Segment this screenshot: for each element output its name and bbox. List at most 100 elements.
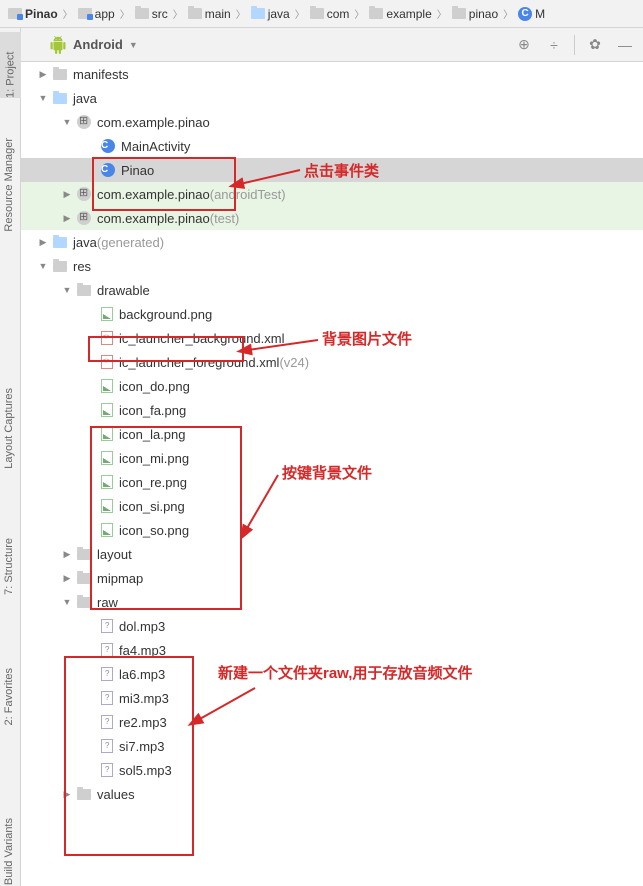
tree-label: re2.mp3 — [119, 715, 167, 730]
project-tree: ▶manifests ▼ java ▼com.example.pinao CMai… — [21, 62, 643, 886]
folder-icon — [251, 8, 265, 19]
tree-node-raw[interactable]: ▼raw — [21, 590, 643, 614]
image-file-icon — [101, 427, 113, 441]
crumb-com[interactable]: com — [306, 7, 354, 21]
expand-icon[interactable]: ▶ — [37, 237, 49, 248]
tree-node-file[interactable]: fa4.mp3 — [21, 638, 643, 662]
collapse-icon[interactable]: ▼ — [61, 597, 73, 607]
target-icon[interactable]: ⊕ — [514, 35, 534, 55]
chevron-icon: 〉 — [62, 6, 74, 21]
expand-icon[interactable]: ▶ — [37, 69, 49, 80]
tree-label: la6.mp3 — [119, 667, 165, 682]
tree-label: icon_fa.png — [119, 403, 186, 418]
tree-label: icon_si.png — [119, 499, 185, 514]
tree-label: sol5.mp3 — [119, 763, 172, 778]
collapse-icon[interactable]: ▼ — [61, 285, 73, 295]
folder-icon — [77, 573, 91, 584]
tree-node-file[interactable]: la6.mp3 — [21, 662, 643, 686]
expand-icon[interactable]: ▶ — [61, 549, 73, 560]
tree-node-file[interactable]: dol.mp3 — [21, 614, 643, 638]
crumb-pinao[interactable]: pinao — [448, 7, 502, 21]
tree-node-file[interactable]: icon_re.png — [21, 470, 643, 494]
tree-label: mi3.mp3 — [119, 691, 169, 706]
folder-icon — [77, 285, 91, 296]
audio-file-icon — [101, 643, 113, 657]
chevron-icon: 〉 — [172, 6, 184, 21]
gear-icon[interactable]: ✿ — [585, 35, 605, 55]
side-tab-layout-captures[interactable]: Layout Captures — [3, 388, 15, 469]
tree-node-package-main[interactable]: ▼com.example.pinao — [21, 110, 643, 134]
folder-icon — [53, 237, 67, 248]
tree-node-values[interactable]: ▶values — [21, 782, 643, 806]
tree-node-file[interactable]: icon_mi.png — [21, 446, 643, 470]
tree-node-file[interactable]: icon_do.png — [21, 374, 643, 398]
tree-node-pinao[interactable]: CPinao — [21, 158, 643, 182]
minimize-icon[interactable]: — — [615, 35, 635, 55]
chevron-icon: 〉 — [119, 6, 131, 21]
expand-icon[interactable]: ▶ — [61, 189, 73, 200]
side-tab-structure[interactable]: 7: Structure — [3, 538, 15, 595]
tree-node-file[interactable]: sol5.mp3 — [21, 758, 643, 782]
tree-label: si7.mp3 — [119, 739, 165, 754]
expand-icon[interactable]: ▶ — [61, 213, 73, 224]
tree-label: java — [73, 91, 97, 106]
tree-suffix: (test) — [210, 211, 240, 226]
tree-node-res[interactable]: ▼ res — [21, 254, 643, 278]
tree-node-file[interactable]: icon_la.png — [21, 422, 643, 446]
crumb-module[interactable]: Pinao — [4, 7, 62, 21]
expand-icon[interactable]: ▶ — [61, 789, 73, 800]
folder-icon — [77, 789, 91, 800]
dropdown-arrow-icon[interactable]: ▼ — [129, 40, 138, 50]
folder-icon — [310, 8, 324, 19]
tree-node-file[interactable]: si7.mp3 — [21, 734, 643, 758]
crumb-app[interactable]: app — [74, 7, 119, 21]
expand-icon[interactable]: ▶ — [61, 573, 73, 584]
side-tab-project[interactable]: 1: Project — [0, 32, 21, 98]
tree-label: dol.mp3 — [119, 619, 165, 634]
tree-node-file[interactable]: icon_so.png — [21, 518, 643, 542]
tree-node-file[interactable]: icon_fa.png — [21, 398, 643, 422]
chevron-icon: 〉 — [235, 6, 247, 21]
tree-node-java-generated[interactable]: ▶java (generated) — [21, 230, 643, 254]
tree-suffix: (generated) — [97, 235, 164, 250]
tree-node-java[interactable]: ▼ java — [21, 86, 643, 110]
tree-node-file[interactable]: re2.mp3 — [21, 710, 643, 734]
tree-node-layout[interactable]: ▶layout — [21, 542, 643, 566]
tree-node-package-test[interactable]: ▶com.example.pinao (test) — [21, 206, 643, 230]
tree-node-package-androidtest[interactable]: ▶com.example.pinao (androidTest) — [21, 182, 643, 206]
tree-node-file[interactable]: background.png — [21, 302, 643, 326]
crumb-main[interactable]: main — [184, 7, 235, 21]
side-tab-favorites[interactable]: 2: Favorites — [3, 668, 15, 725]
tree-label: res — [73, 259, 91, 274]
tree-label: icon_mi.png — [119, 451, 189, 466]
xml-file-icon — [101, 331, 113, 345]
tree-node-mipmap[interactable]: ▶mipmap — [21, 566, 643, 590]
crumb-java[interactable]: java — [247, 7, 294, 21]
tree-label: background.png — [119, 307, 212, 322]
collapse-icon[interactable]: ▼ — [37, 261, 49, 271]
view-label[interactable]: Android — [73, 37, 123, 52]
tree-node-file[interactable]: ic_launcher_foreground.xml (v24) — [21, 350, 643, 374]
tree-node-manifests[interactable]: ▶manifests — [21, 62, 643, 86]
folder-icon — [135, 8, 149, 19]
chevron-icon: 〉 — [502, 6, 514, 21]
crumb-class[interactable]: CM — [514, 7, 549, 21]
tree-node-file[interactable]: ic_launcher_background.xml — [21, 326, 643, 350]
tree-suffix: (v24) — [279, 355, 309, 370]
tree-node-file[interactable]: mi3.mp3 — [21, 686, 643, 710]
crumb-example[interactable]: example — [365, 7, 435, 21]
crumb-src[interactable]: src — [131, 7, 172, 21]
image-file-icon — [101, 379, 113, 393]
side-tab-resource-manager[interactable]: Resource Manager — [3, 138, 15, 232]
audio-file-icon — [101, 667, 113, 681]
collapse-icon[interactable]: ▼ — [61, 117, 73, 127]
tree-node-drawable[interactable]: ▼drawable — [21, 278, 643, 302]
folder-icon — [188, 8, 202, 19]
side-tab-build-variants[interactable]: Build Variants — [3, 818, 15, 885]
collapse-icon[interactable]: ▼ — [37, 93, 49, 103]
tree-node-file[interactable]: icon_si.png — [21, 494, 643, 518]
tree-node-mainactivity[interactable]: CMainActivity — [21, 134, 643, 158]
folder-icon — [53, 261, 67, 272]
collapse-icon[interactable]: ÷ — [544, 35, 564, 55]
package-icon — [77, 187, 91, 201]
